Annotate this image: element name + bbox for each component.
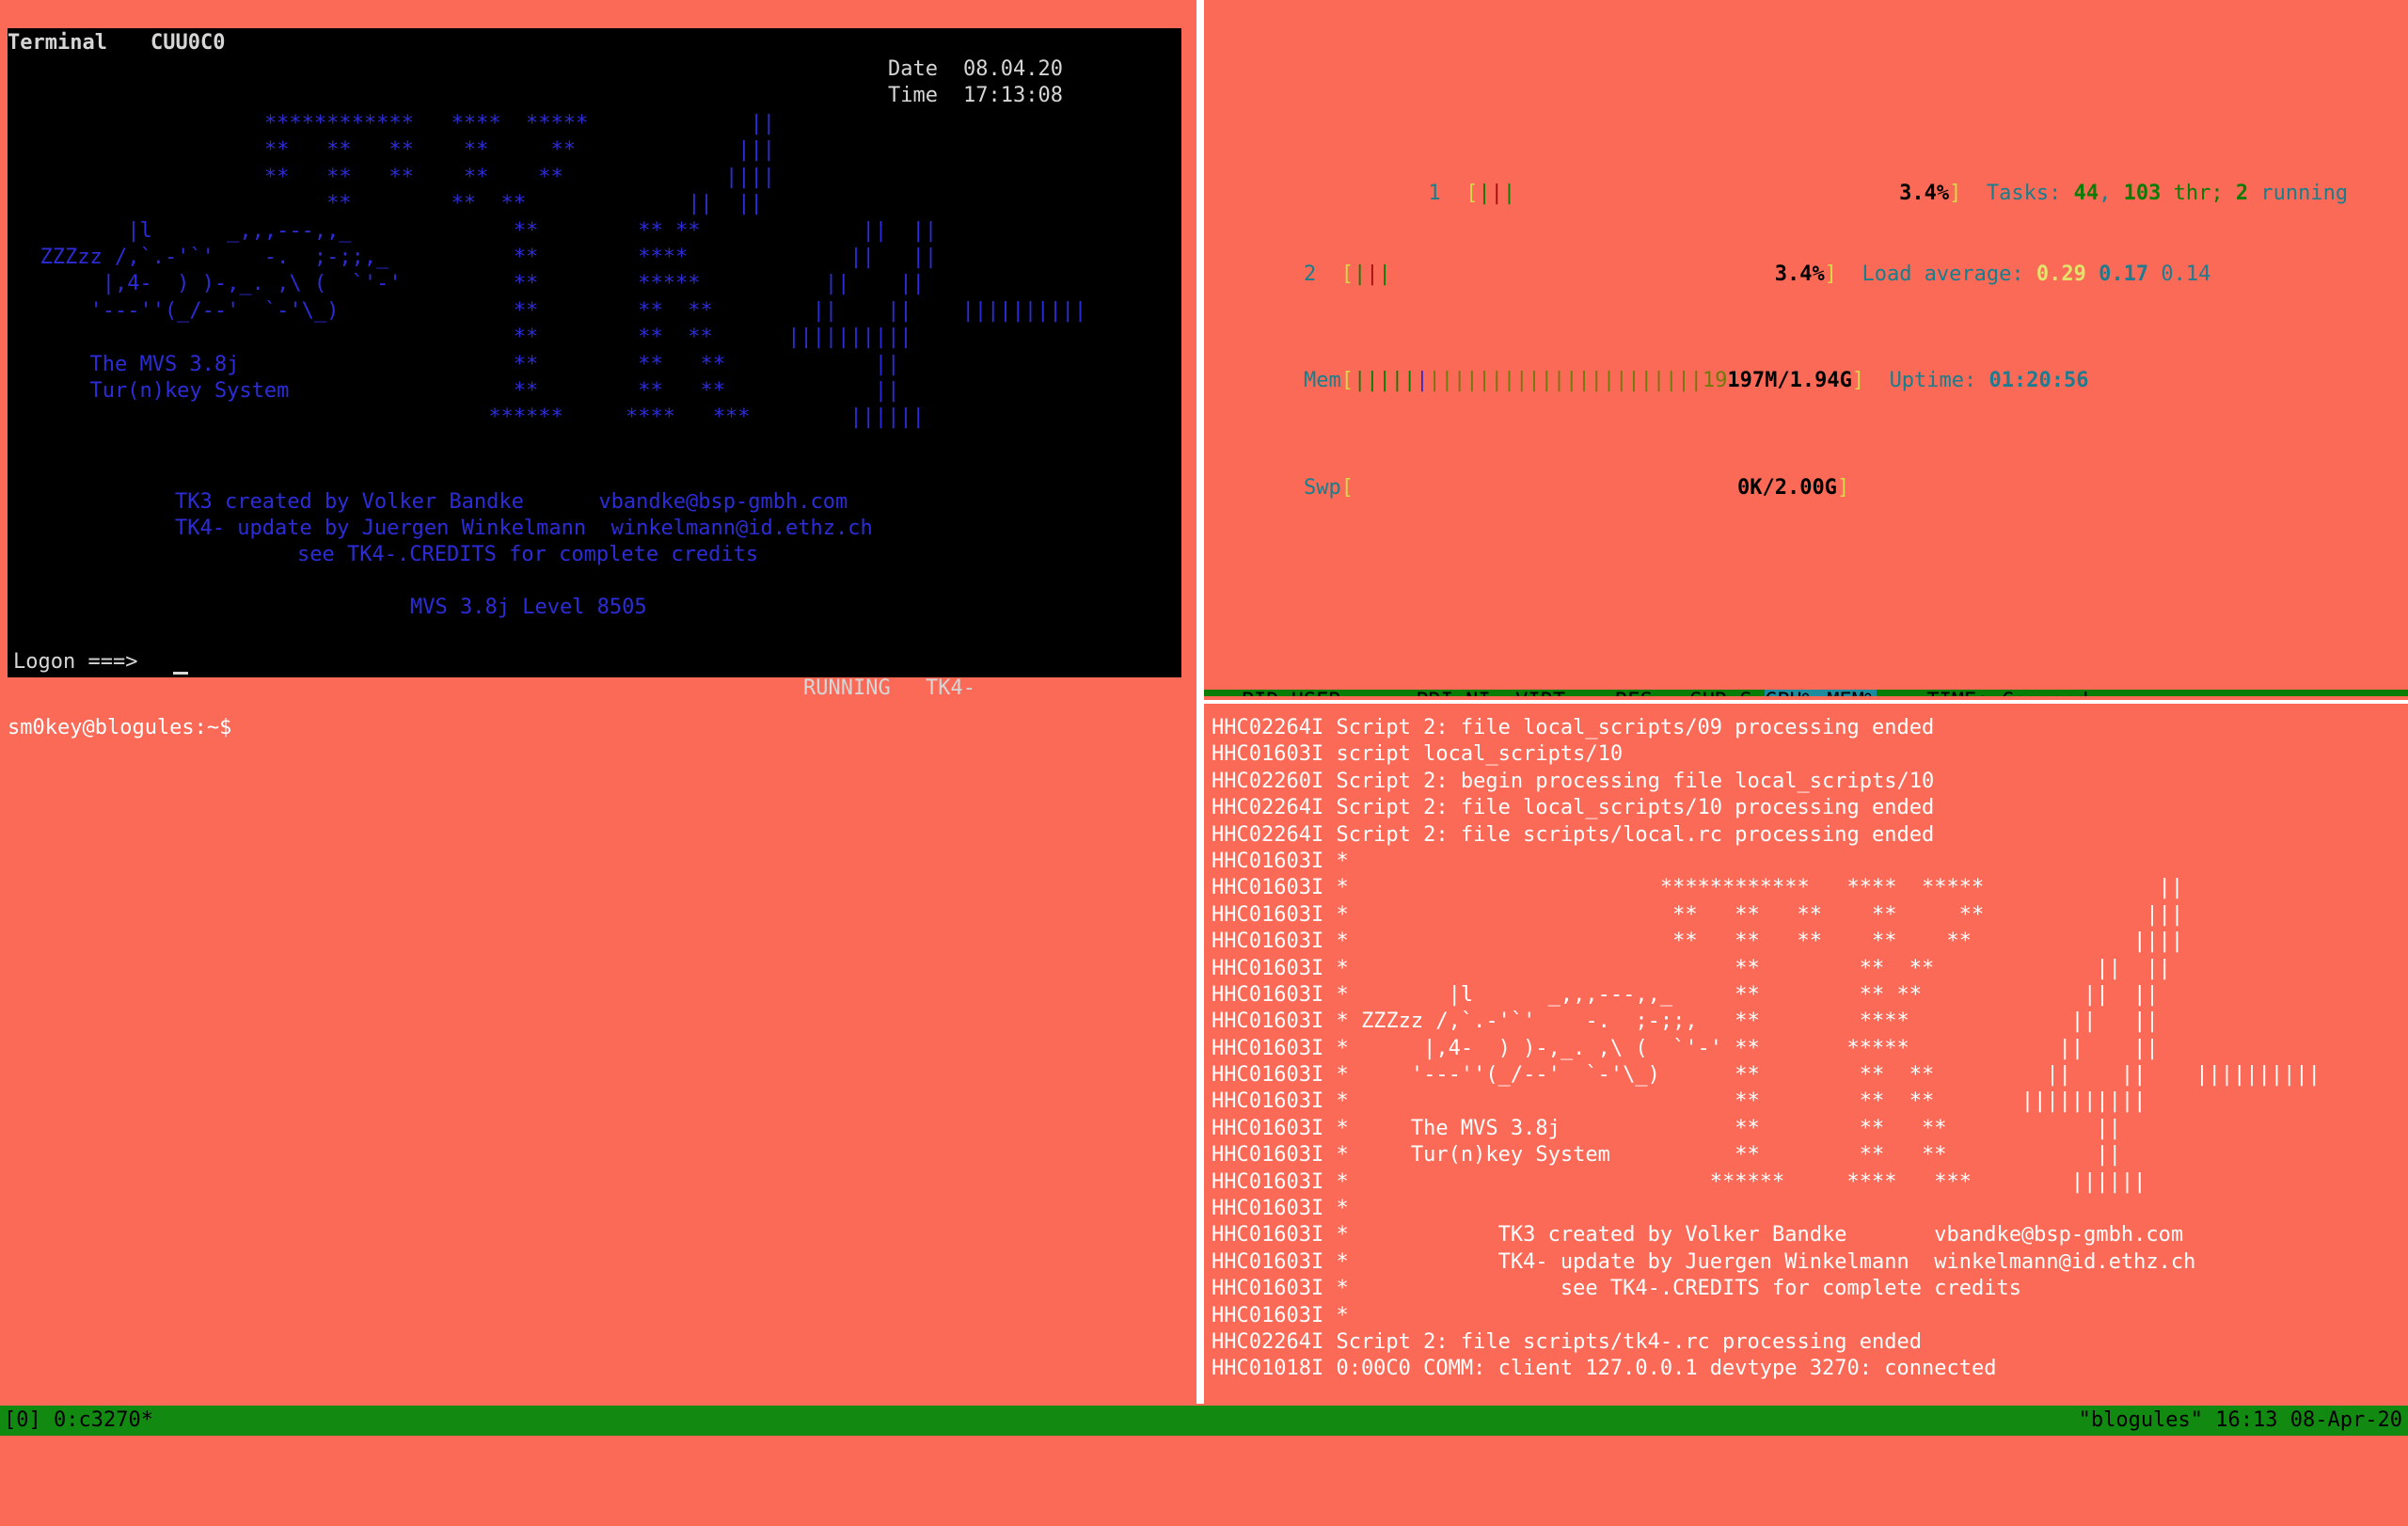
hercules-log-line: HHC01603I * Tur(n)key System ** ** ** ||: [1212, 1142, 2321, 1168]
date-value: 08.04.20: [963, 56, 1063, 83]
tmux-hostname: "blogules": [2079, 1408, 2203, 1432]
load-15min: 0.14: [2161, 262, 2210, 286]
htop-header-right[interactable]: TIME+ Command: [1877, 690, 2408, 696]
hercules-log-line: HHC01603I * |l _,,,---,,_ ** ** ** || ||: [1212, 982, 2321, 1009]
status-running: RUNNING: [803, 676, 891, 696]
hercules-log-line: HHC01603I * The MVS 3.8j ** ** ** ||: [1212, 1116, 2321, 1142]
pane-bash-shell[interactable]: sm0key@blogules:~$: [0, 707, 1196, 1404]
hercules-log-line: HHC01603I script local_scripts/10: [1212, 741, 2321, 768]
hercules-log-line: HHC01603I *: [1212, 1303, 2321, 1329]
hercules-log-line: HHC01603I * '---''(_/--' `-'\_) ** ** **…: [1212, 1062, 2321, 1089]
htop-header-sort-column[interactable]: CPU%: [1765, 690, 1814, 696]
htop-meter-row-cpu1: 1 [|||3.4%] Tasks: 44, 103 thr; 2 runnin…: [1204, 128, 2408, 154]
hercules-log-line: HHC01603I * TK4- update by Juergen Winke…: [1212, 1249, 2321, 1276]
swp-value: 0K/2.00G: [1737, 476, 1837, 500]
hercules-log-line: HHC01603I * ****** **** *** ||||||: [1212, 1169, 2321, 1196]
htop-screen[interactable]: 1 [|||3.4%] Tasks: 44, 103 thr; 2 runnin…: [1204, 21, 2408, 696]
hercules-log-line: HHC01603I * |,4- ) )-,_. ,\ ( `'-' ** **…: [1212, 1036, 2321, 1062]
htop-meter-row-mem: Mem[||||||||||||||||||||||||||||19197M/1…: [1204, 342, 2408, 368]
pane-x3270-terminal[interactable]: File Options Keypad Terminal CUU0C0 Date…: [0, 0, 1196, 696]
tmux-status-right: "blogules" 16:13 08-Apr-20: [2079, 1406, 2402, 1436]
mem-label: Mem: [1304, 369, 1341, 392]
hercules-log-line: HHC01603I * ** ** ** || ||: [1212, 956, 2321, 982]
cpu2-value: 3.4%: [1775, 262, 1825, 286]
time-value: 17:13:08: [963, 83, 1063, 109]
shell-cursor[interactable]: [245, 716, 257, 739]
tasks-running-label: running: [2260, 182, 2348, 205]
cpu2-label: 2: [1304, 262, 1316, 286]
mvs-ascii-logo: ************ **** ***** || ** ** ** ** *…: [15, 111, 1086, 432]
credit-line-2: TK4- update by Juergen Winkelmann winkel…: [175, 516, 873, 542]
htop-header-left[interactable]: PID USER PRI NI VIRT RES SHR S: [1204, 690, 1765, 696]
status-system: TK4-: [926, 676, 975, 696]
shell-prompt: sm0key@blogules:~$: [8, 715, 257, 741]
hercules-log-line: HHC02264I Script 2: file scripts/local.r…: [1212, 822, 2321, 849]
htop-meter-spacer: [1204, 555, 2408, 581]
horizontal-pane-splitter-left[interactable]: [0, 700, 1196, 704]
tmux-status-bar[interactable]: [0] 0:c3270* "blogules" 16:13 08-Apr-20: [0, 1406, 2408, 1436]
hercules-log-line: HHC01603I * see TK4-.CREDITS for complet…: [1212, 1276, 2321, 1302]
device-name: CUU0C0: [150, 30, 225, 56]
date-label: Date: [888, 56, 938, 83]
pane-hercules-console[interactable]: HHC02264I Script 2: file local_scripts/0…: [1204, 707, 2408, 1404]
tasks-count: 44: [2074, 182, 2099, 205]
time-label: Time: [888, 83, 938, 109]
hercules-log-line: HHC01603I * ** ** ** ** ** ||||: [1212, 929, 2321, 955]
shell-prompt-text: sm0key@blogules:~$: [8, 716, 245, 739]
hercules-log-line: HHC02264I Script 2: file local_scripts/1…: [1212, 795, 2321, 821]
hercules-log-line: HHC02264I Script 2: file local_scripts/0…: [1212, 715, 2321, 741]
htop-meter-row-cpu2: 2 [|||3.4%] Load average: 0.29 0.17 0.14: [1204, 234, 2408, 261]
tasks-thr-label: thr;: [2174, 182, 2224, 205]
horizontal-pane-splitter-right[interactable]: [1204, 700, 2408, 704]
tasks-running: 2: [2236, 182, 2248, 205]
cpu1-label: 1: [1428, 182, 1440, 205]
hercules-log-line: HHC01603I *: [1212, 849, 2321, 875]
hercules-log-line: HHC02260I Script 2: begin processing fil…: [1212, 769, 2321, 795]
x3270-screen[interactable]: Terminal CUU0C0 Date 08.04.20 Time 17:13…: [8, 28, 1181, 677]
tasks-label: Tasks:: [1987, 182, 2061, 205]
htop-header-mem[interactable]: MEM%: [1814, 690, 1877, 696]
htop-column-header[interactable]: PID USER PRI NI VIRT RES SHR S CPU% MEM%…: [1204, 689, 2408, 696]
pane-htop[interactable]: 1 [|||3.4%] Tasks: 44, 103 thr; 2 runnin…: [1204, 0, 2408, 696]
x3270-menubar: File Options Keypad: [0, 0, 1196, 28]
hercules-log-line: HHC01603I * ** ** ** ||||||||||: [1212, 1089, 2321, 1115]
tmux-session-id[interactable]: [0]: [4, 1408, 41, 1432]
htop-meter-row-swap: Swp[0K/2.00G]: [1204, 448, 2408, 474]
tmux-status-left: [0] 0:c3270*: [4, 1406, 153, 1436]
load-1min: 0.29: [2036, 262, 2086, 286]
tmux-clock: 16:13: [2215, 1408, 2277, 1432]
swp-label: Swp: [1304, 476, 1341, 500]
credit-line-3: see TK4-.CREDITS for complete credits: [297, 542, 758, 568]
mvs-level: MVS 3.8j Level 8505: [410, 595, 647, 621]
hercules-log-line: HHC01603I * ** ** ** ** ** |||: [1212, 902, 2321, 929]
hercules-log[interactable]: HHC02264I Script 2: file local_scripts/0…: [1212, 715, 2321, 1383]
mem-value: 197M/1.94G: [1727, 369, 1851, 392]
hercules-log-line: HHC02264I Script 2: file scripts/tk4-.rc…: [1212, 1329, 2321, 1356]
load-label: Load average:: [1861, 262, 2023, 286]
uptime-value: 01:20:56: [1989, 369, 2089, 392]
hercules-log-line: HHC01603I * ZZZzz /,`.-'`' -. ;-;;, ** *…: [1212, 1009, 2321, 1035]
terminal-label: Terminal: [8, 30, 107, 56]
tmux-date: 08-Apr-20: [2290, 1408, 2402, 1432]
tasks-threads: 103: [2124, 182, 2162, 205]
vertical-pane-splitter[interactable]: [1196, 0, 1204, 1404]
uptime-label: Uptime:: [1890, 369, 1977, 392]
logon-input[interactable]: [173, 649, 188, 675]
hercules-log-line: HHC01603I * TK3 created by Volker Bandke…: [1212, 1222, 2321, 1248]
hercules-log-line: HHC01603I *: [1212, 1196, 2321, 1222]
hercules-log-line: HHC01018I 0:00C0 COMM: client 127.0.0.1 …: [1212, 1356, 2321, 1382]
cpu1-value: 3.4%: [1899, 182, 1949, 205]
tmux-window-name[interactable]: 0:c3270*: [54, 1408, 153, 1432]
logon-label: Logon ===>: [13, 649, 137, 676]
credit-line-1: TK3 created by Volker Bandke vbandke@bsp…: [175, 489, 848, 516]
hercules-log-line: HHC01603I * ************ **** ***** ||: [1212, 875, 2321, 901]
tmux-session-screen: File Options Keypad Terminal CUU0C0 Date…: [0, 0, 2408, 1456]
load-5min: 0.17: [2099, 262, 2148, 286]
